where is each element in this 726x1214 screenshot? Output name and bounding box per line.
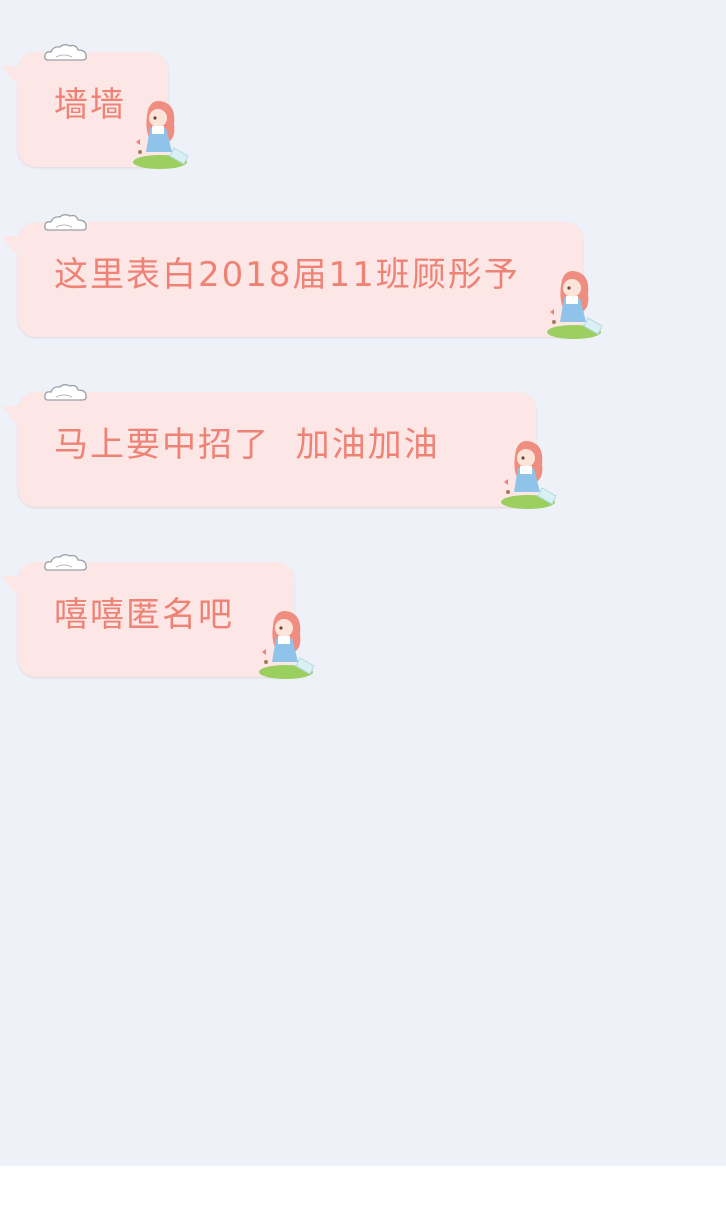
- girl-sticker-icon: [133, 101, 189, 169]
- message-text: 墙墙: [54, 85, 126, 125]
- message-text: 马上要中招了 加油加油: [54, 425, 440, 465]
- girl-sticker-icon: [501, 441, 557, 509]
- cloud-icon: [44, 384, 87, 401]
- chat-area: 墙墙 这里表白2018届11班顾彤予 马上要中招了 加油加油 嘻嘻匿名吧: [0, 0, 726, 1166]
- message-bubble[interactable]: 嘻嘻匿名吧: [18, 554, 294, 677]
- bottom-bar: [0, 1166, 726, 1214]
- message-text: 嘻嘻匿名吧: [54, 595, 234, 635]
- cloud-icon: [44, 554, 87, 571]
- message-text: 这里表白2018届11班顾彤予: [54, 255, 520, 295]
- girl-sticker-icon: [547, 271, 603, 339]
- cloud-icon: [44, 214, 87, 231]
- cloud-icon: [44, 44, 87, 61]
- message-bubble[interactable]: 这里表白2018届11班顾彤予: [18, 214, 583, 337]
- girl-sticker-icon: [259, 611, 315, 679]
- message-bubble[interactable]: 马上要中招了 加油加油: [18, 384, 536, 507]
